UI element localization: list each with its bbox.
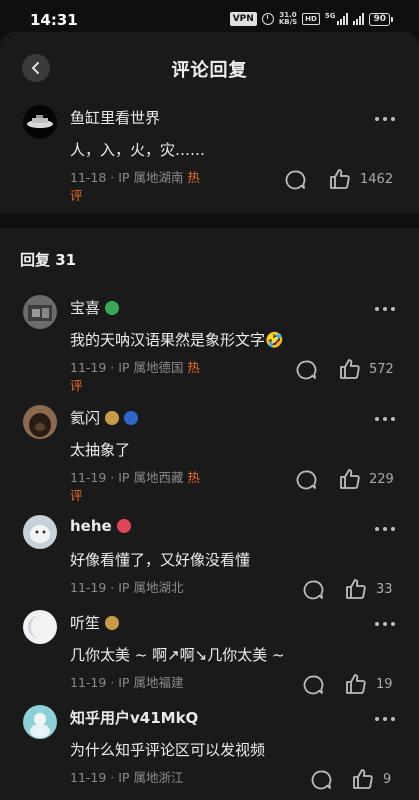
avatar[interactable] bbox=[23, 610, 57, 644]
comment-meta: 11-19 · IP 属地福建 bbox=[70, 674, 183, 692]
like-count: 572 bbox=[369, 362, 394, 377]
comment-text: 为什么知乎评论区可以发视频 bbox=[70, 741, 266, 759]
commenter-name[interactable]: 鱼缸里看世界 bbox=[70, 107, 160, 128]
more-icon[interactable] bbox=[375, 527, 395, 531]
more-icon[interactable] bbox=[375, 417, 395, 421]
commenter-name-text: 氦闪 bbox=[70, 409, 101, 427]
hot-badge: 热 bbox=[187, 170, 200, 185]
commenter-name-text: hehe bbox=[70, 517, 112, 535]
avatar[interactable] bbox=[23, 295, 57, 329]
commenter-name[interactable]: 宝喜 bbox=[70, 297, 120, 318]
signal-label: 5G bbox=[324, 12, 336, 20]
replies-heading: 回复 31 bbox=[20, 251, 77, 269]
commenter-name-text: 听笙 bbox=[70, 614, 101, 632]
like-icon[interactable] bbox=[351, 768, 373, 790]
status-icons: VPN 31.0 KB/S HD 5G 90 bbox=[229, 12, 393, 26]
comment-meta: 11-19 · IP 属地湖北 bbox=[70, 579, 183, 597]
avatar[interactable] bbox=[23, 515, 57, 549]
avatar[interactable] bbox=[23, 105, 57, 139]
reply-icon[interactable] bbox=[295, 359, 317, 381]
signal-icon-2 bbox=[353, 13, 365, 25]
comment-text: 几你太美 ~ 啊↗啊↘几你太美 ~ bbox=[70, 646, 285, 664]
hot-badge: 热 bbox=[187, 360, 200, 375]
medal-badge-icon bbox=[124, 410, 139, 425]
more-icon[interactable] bbox=[375, 307, 395, 311]
comment-meta: 11-19 · IP 属地西藏 热 评 bbox=[70, 469, 200, 505]
hot-badge: 热 bbox=[187, 470, 200, 485]
hot-badge-2: 评 bbox=[70, 378, 83, 393]
commenter-name[interactable]: 氦闪 bbox=[70, 407, 139, 428]
like-count: 9 bbox=[383, 772, 392, 787]
network-speed: 31.0 KB/S bbox=[279, 12, 297, 26]
vpn-badge: VPN bbox=[229, 12, 257, 26]
level-badge-icon bbox=[105, 410, 120, 425]
like-count: 229 bbox=[369, 472, 394, 487]
comment-date-ip: 11-19 · IP 属地德国 bbox=[70, 360, 188, 375]
comment-text: 好像看懂了，又好像没看懂 bbox=[70, 551, 251, 569]
avatar[interactable] bbox=[23, 705, 57, 739]
comment-date-ip: 11-19 · IP 属地浙江 bbox=[70, 770, 184, 785]
commenter-name[interactable]: hehe bbox=[70, 517, 131, 535]
reply-icon[interactable] bbox=[284, 169, 306, 191]
comment-meta: 11-19 · IP 属地浙江 bbox=[70, 769, 183, 787]
battery-icon: 90 bbox=[369, 12, 393, 26]
reply-icon[interactable] bbox=[310, 769, 332, 791]
verified-badge-icon bbox=[105, 300, 120, 315]
like-count: 33 bbox=[376, 582, 393, 597]
comment-text: 人，入，火，灾…… bbox=[70, 141, 206, 159]
like-count: 19 bbox=[376, 677, 393, 692]
comment-reply-sheet: 评论回复 鱼缸里看世界 人，入，火，灾…… 11-18 · IP 属地湖南 热 … bbox=[0, 32, 419, 800]
reply-icon[interactable] bbox=[302, 579, 324, 601]
reply-icon[interactable] bbox=[302, 674, 324, 696]
comment-meta: 11-18 · IP 属地湖南 热 评 bbox=[70, 169, 200, 205]
like-icon[interactable] bbox=[328, 168, 350, 190]
avatar[interactable] bbox=[23, 405, 57, 439]
like-icon[interactable] bbox=[344, 673, 366, 695]
comment-date-ip: 11-19 · IP 属地湖北 bbox=[70, 580, 184, 595]
commenter-name-text: 鱼缸里看世界 bbox=[70, 109, 161, 127]
like-icon[interactable] bbox=[338, 468, 360, 490]
network-speed-unit: KB/S bbox=[278, 18, 298, 26]
commenter-name[interactable]: 知乎用户v41MkQ bbox=[70, 707, 198, 728]
commenter-name-text: 知乎用户v41MkQ bbox=[70, 709, 199, 727]
more-icon[interactable] bbox=[375, 117, 395, 121]
like-count: 1462 bbox=[360, 172, 394, 187]
comment-text: 太抽象了 bbox=[70, 441, 131, 459]
section-divider bbox=[0, 214, 419, 228]
battery-level: 90 bbox=[369, 12, 390, 26]
hot-badge-2: 评 bbox=[70, 188, 83, 203]
hot-badge-2: 评 bbox=[70, 488, 83, 503]
alarm-icon bbox=[261, 13, 274, 25]
reply-icon[interactable] bbox=[295, 469, 317, 491]
like-icon[interactable] bbox=[344, 578, 366, 600]
comment-text: 我的天呐汉语果然是象形文字🤣 bbox=[70, 331, 284, 349]
more-icon[interactable] bbox=[375, 622, 395, 626]
commenter-name[interactable]: 听笙 bbox=[70, 612, 120, 633]
page-title: 评论回复 bbox=[171, 60, 248, 81]
like-icon[interactable] bbox=[338, 358, 360, 380]
comment-date-ip: 11-18 · IP 属地湖南 bbox=[70, 170, 188, 185]
comment-date-ip: 11-19 · IP 属地福建 bbox=[70, 675, 184, 690]
commenter-name-text: 宝喜 bbox=[70, 299, 101, 317]
comment-date-ip: 11-19 · IP 属地西藏 bbox=[70, 470, 188, 485]
header: 评论回复 bbox=[0, 50, 419, 86]
more-icon[interactable] bbox=[375, 717, 395, 721]
level-badge-icon bbox=[105, 615, 120, 630]
hd-badge: HD bbox=[302, 13, 320, 25]
vip-badge-icon bbox=[116, 519, 131, 533]
signal-icon bbox=[337, 13, 349, 25]
status-time: 14:31 bbox=[30, 11, 78, 29]
comment-meta: 11-19 · IP 属地德国 热 评 bbox=[70, 359, 200, 395]
